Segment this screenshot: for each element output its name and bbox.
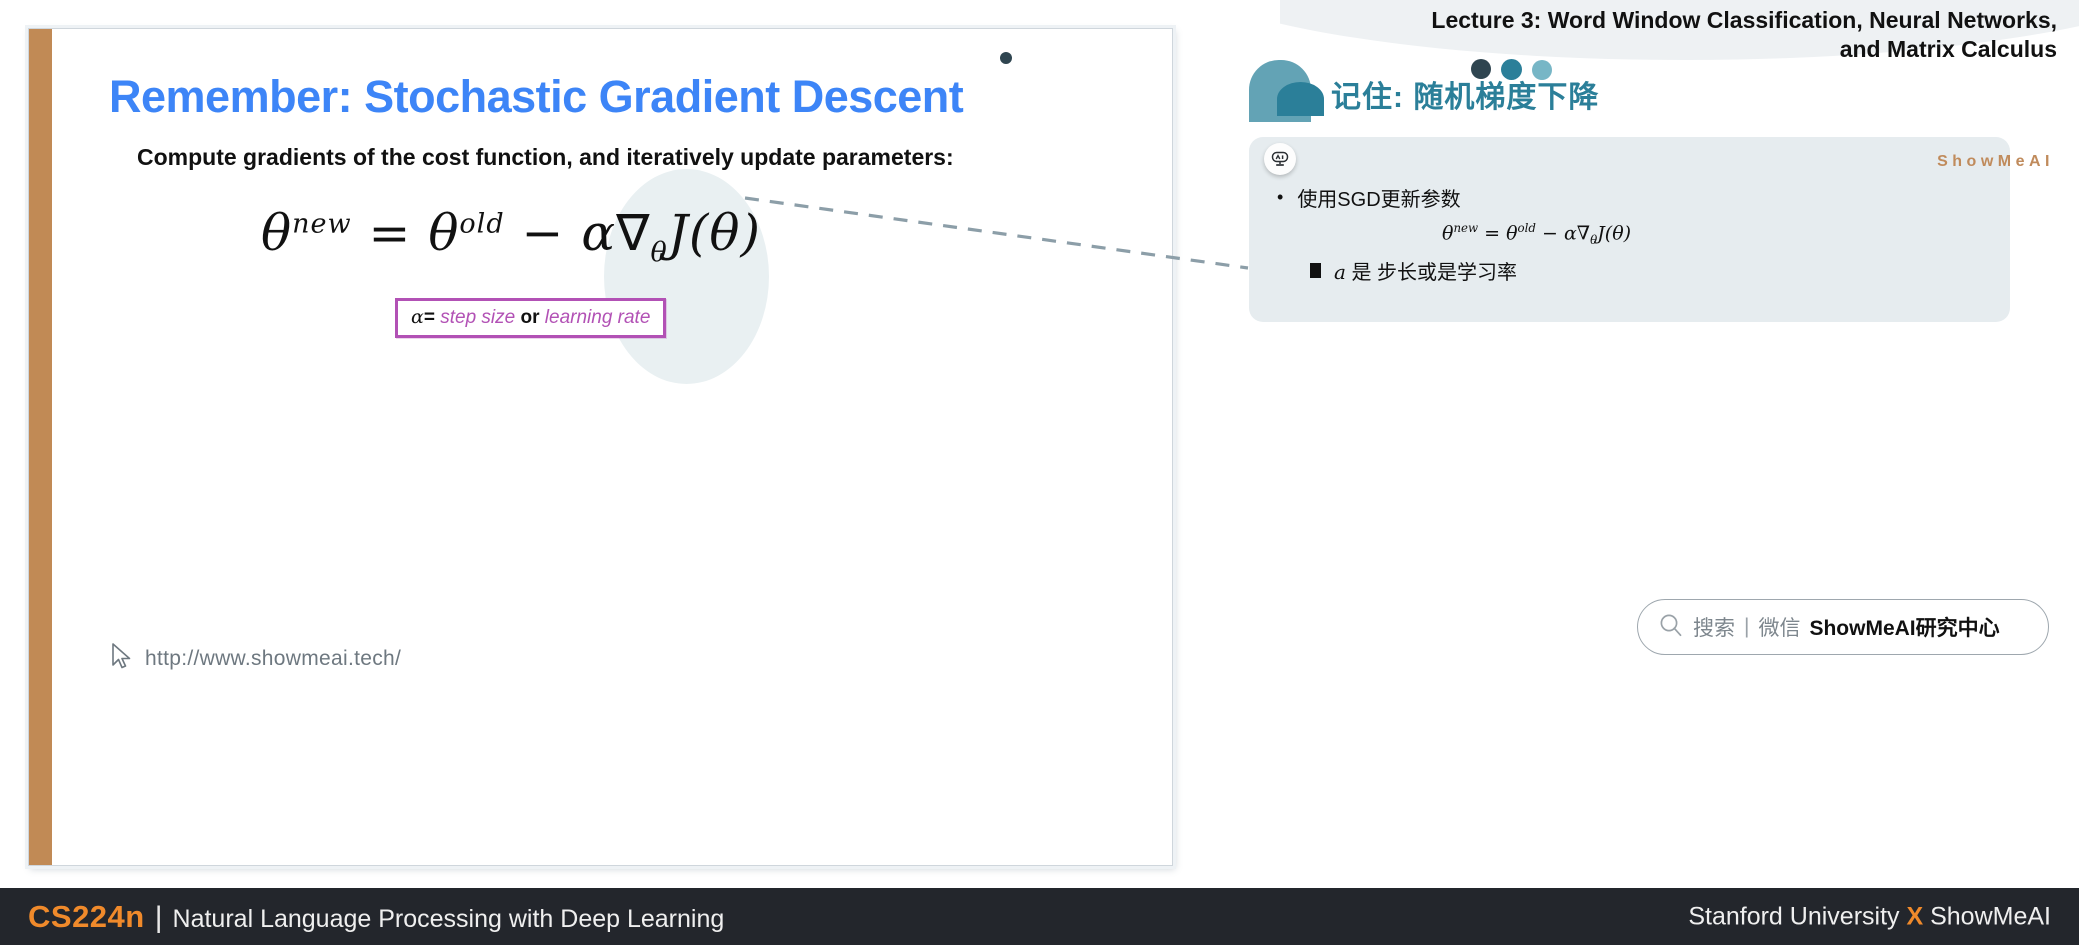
note-formula-nabla-icon: ∇ bbox=[1576, 222, 1591, 245]
slide-panel: Remember: Stochastic Gradient Descent Co… bbox=[0, 0, 1280, 888]
footer-course-name: Natural Language Processing with Deep Le… bbox=[172, 904, 725, 933]
slide-card: Remember: Stochastic Gradient Descent Co… bbox=[28, 28, 1173, 866]
footer-course-group: CS224n | Natural Language Processing wit… bbox=[28, 899, 724, 935]
slide-subtitle: Compute gradients of the cost function, … bbox=[137, 144, 954, 170]
alpha-term-step-size: step size bbox=[440, 307, 516, 328]
note-sub-row: a 是 步长或是学习率 bbox=[1310, 256, 1517, 285]
wechat-platform-label: 微信 bbox=[1758, 617, 1801, 640]
formula-j: J bbox=[667, 204, 689, 262]
formula-nabla-icon: ∇ bbox=[616, 204, 651, 262]
slide-title: Remember: Stochastic Gradient Descent bbox=[109, 71, 964, 122]
note-formula-sup-new: new bbox=[1453, 221, 1479, 235]
formula-alpha: α bbox=[581, 204, 617, 262]
note-bullet-text: 使用SGD更新参数 bbox=[1297, 189, 1461, 211]
alpha-definition-box: α= step size or learning rate bbox=[395, 298, 667, 338]
slide-url-text[interactable]: http://www.showmeai.tech/ bbox=[145, 647, 401, 671]
formula-sup-old: old bbox=[459, 208, 505, 240]
note-bullet-marker: • bbox=[1277, 187, 1284, 207]
footer-bar: CS224n | Natural Language Processing wit… bbox=[0, 888, 2079, 945]
footer-partner: ShowMeAI bbox=[1923, 902, 2051, 930]
chinese-section-title: 记住: 随机梯度下降 bbox=[1331, 81, 1600, 114]
wechat-search-box[interactable]: 搜索 | 微信 ShowMeAI研究中心 bbox=[1637, 599, 2049, 655]
header-accent-dot-small bbox=[1000, 52, 1012, 64]
alpha-symbol: α bbox=[411, 306, 424, 328]
note-sub-square-marker bbox=[1310, 263, 1321, 278]
note-formula-minus: − bbox=[1541, 222, 1558, 245]
ai-robot-icon bbox=[1264, 143, 1296, 175]
note-formula-sup-old: old bbox=[1517, 221, 1536, 235]
formula-theta-new: θ bbox=[261, 204, 293, 262]
cursor-pointer-icon bbox=[109, 642, 135, 675]
note-sub-label: 是 步长或是学习率 bbox=[1351, 262, 1518, 284]
note-formula-paren: (θ) bbox=[1604, 222, 1632, 245]
note-formula-j: J bbox=[1597, 222, 1605, 245]
note-sub-text: a 是 步长或是学习率 bbox=[1334, 256, 1517, 285]
formula-sup-new: new bbox=[292, 208, 352, 240]
ellipse-highlight-shape bbox=[604, 169, 769, 384]
note-bullet-row: • 使用SGD更新参数 bbox=[1277, 183, 1461, 212]
formula-equals: = bbox=[368, 204, 412, 262]
formula-paren-theta: (θ) bbox=[688, 204, 761, 262]
formula-theta-old: θ bbox=[428, 204, 460, 262]
wechat-separator: | bbox=[1744, 615, 1750, 638]
showmeai-wordmark: ShowMeAI bbox=[1937, 153, 2054, 170]
alpha-equals: = bbox=[423, 307, 435, 328]
search-icon bbox=[1658, 612, 1684, 643]
note-formula-equals: = bbox=[1484, 222, 1501, 245]
note-sub-alpha: a bbox=[1334, 260, 1346, 284]
footer-university: Stanford University bbox=[1688, 902, 1907, 930]
slide-url-row[interactable]: http://www.showmeai.tech/ bbox=[109, 642, 401, 675]
alpha-conjunction: or bbox=[520, 307, 540, 328]
header-blob-small-icon bbox=[1277, 82, 1324, 116]
wechat-search-label: 搜索 bbox=[1693, 617, 1735, 640]
slide-accent-bar bbox=[29, 29, 52, 865]
slide-main-formula: θnew = θold − α∇θJ(θ) bbox=[261, 204, 761, 268]
wechat-brand-name: ShowMeAI研究中心 bbox=[1809, 617, 2000, 640]
note-formula-alpha: α bbox=[1563, 222, 1577, 245]
footer-course-code: CS224n bbox=[28, 898, 145, 934]
note-formula-theta-old: θ bbox=[1506, 222, 1518, 245]
footer-attribution: Stanford University X ShowMeAI bbox=[1688, 902, 2051, 931]
formula-minus: − bbox=[521, 204, 565, 262]
alpha-term-learning-rate: learning rate bbox=[544, 307, 651, 328]
note-formula: θnew = θold − α∇θJ(θ) bbox=[1442, 221, 1631, 247]
note-formula-theta-new: θ bbox=[1442, 222, 1454, 245]
formula-sub-theta: θ bbox=[650, 237, 668, 268]
footer-divider: | bbox=[154, 900, 163, 934]
footer-x-mark: X bbox=[1906, 902, 1924, 930]
lecture-title: Lecture 3: Word Window Classification, N… bbox=[1431, 7, 2057, 63]
right-panel bbox=[1280, 0, 2079, 888]
